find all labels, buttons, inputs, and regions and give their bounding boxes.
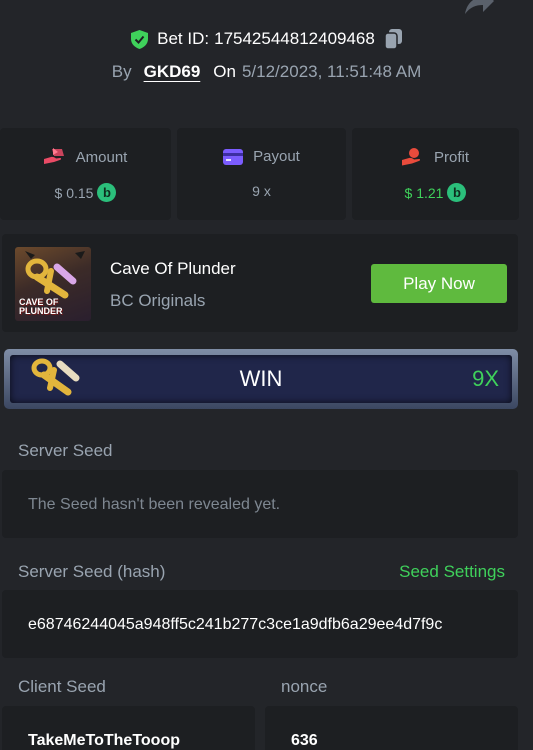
game-title[interactable]: Cave Of Plunder bbox=[110, 259, 236, 279]
seed-settings-link[interactable]: Seed Settings bbox=[399, 562, 505, 582]
profit-label: Profit bbox=[433, 148, 469, 166]
stats-row: Amount $ 0.15 b Payout 9 x Profit $ 1.21… bbox=[0, 128, 533, 220]
share-icon[interactable] bbox=[461, 0, 495, 16]
server-hash-field[interactable]: e68746244045a948ff5c241b277c3ce1a9dfb6a2… bbox=[2, 590, 518, 658]
payout-value: 9 x bbox=[252, 183, 271, 199]
coin-icon: b bbox=[97, 183, 117, 202]
result-banner: WIN 9X bbox=[4, 349, 518, 409]
result-multiplier: 9X bbox=[472, 366, 499, 391]
client-seed-value: TakeMeToTheTooop bbox=[28, 732, 180, 749]
bet-details-page: Bet ID: 17542544812409468 By GKD69 On 5/… bbox=[0, 0, 533, 750]
copy-icon[interactable] bbox=[384, 29, 402, 49]
profit-value: $ 1.21 bbox=[404, 184, 444, 201]
result-outcome: WIN bbox=[239, 366, 283, 391]
nonce-label: nonce bbox=[281, 677, 328, 696]
server-seed-label: Server Seed bbox=[18, 441, 113, 460]
profit-card: Profit $ 1.21 b bbox=[352, 128, 519, 220]
hand-money-icon bbox=[43, 148, 64, 164]
play-now-button[interactable]: Play Now bbox=[371, 264, 507, 303]
by-label: By bbox=[111, 62, 132, 81]
on-label: On bbox=[213, 62, 236, 81]
coin-icon: b bbox=[447, 183, 467, 202]
game-provider: BC Originals bbox=[110, 291, 206, 310]
server-hash-label: Server Seed (hash) bbox=[18, 562, 166, 581]
server-hash-value: e68746244045a948ff5c241b277c3ce1a9dfb6a2… bbox=[28, 616, 443, 633]
bet-meta-row: By GKD69 On 5/12/2023, 11:51:48 AM bbox=[0, 62, 533, 82]
client-seed-field[interactable]: TakeMeToTheTooop bbox=[2, 706, 255, 750]
payout-card: Payout 9 x bbox=[177, 128, 346, 220]
result-banner-inner: WIN 9X bbox=[10, 355, 512, 403]
payout-label: Payout bbox=[253, 148, 300, 165]
game-card: CAVE OF PLUNDER Cave Of Plunder BC Origi… bbox=[2, 234, 518, 332]
amount-card: Amount $ 0.15 b bbox=[0, 128, 171, 220]
amount-label: Amount bbox=[75, 148, 128, 166]
nonce-value: 636 bbox=[291, 732, 318, 749]
server-seed-value: The Seed hasn't been revealed yet. bbox=[28, 496, 281, 513]
client-seed-label: Client Seed bbox=[18, 677, 106, 696]
server-seed-field: The Seed hasn't been revealed yet. bbox=[2, 470, 518, 538]
bet-datetime: 5/12/2023, 11:51:48 AM bbox=[241, 62, 422, 81]
game-thumbnail[interactable]: CAVE OF PLUNDER bbox=[15, 247, 91, 321]
username-link[interactable]: GKD69 bbox=[144, 62, 201, 82]
thumb-caption-line2: PLUNDER bbox=[19, 306, 63, 316]
nonce-field[interactable]: 636 bbox=[265, 706, 518, 750]
card-icon bbox=[223, 148, 244, 165]
amount-value: $ 0.15 bbox=[54, 184, 94, 201]
thumbnail-caption: CAVE OF PLUNDER bbox=[19, 298, 63, 316]
hand-coin-icon bbox=[401, 148, 421, 166]
bet-id-value: 17542544812409468 bbox=[214, 29, 375, 48]
shield-check-icon bbox=[131, 29, 149, 49]
bet-id-row: Bet ID: 17542544812409468 bbox=[0, 29, 533, 49]
bet-id-label: Bet ID: bbox=[157, 29, 210, 48]
